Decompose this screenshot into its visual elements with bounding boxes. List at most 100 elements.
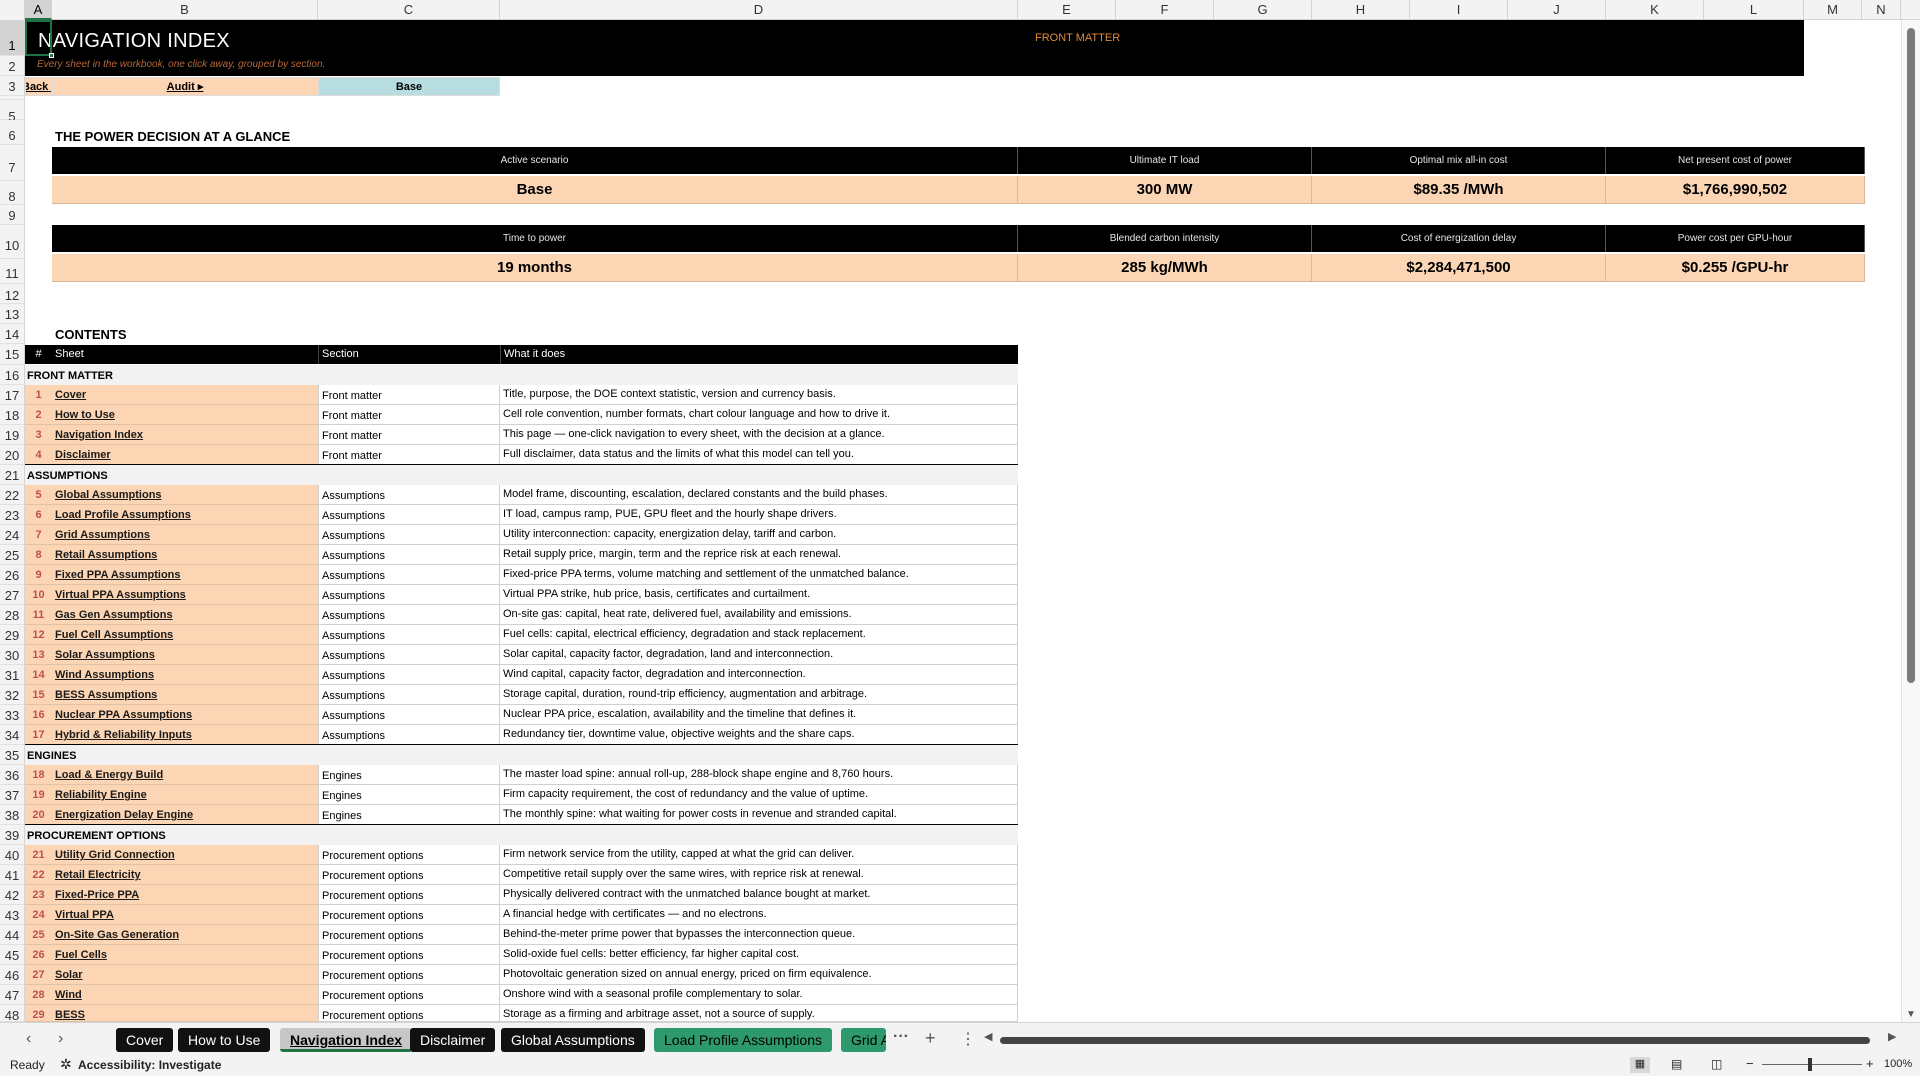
sheet-link[interactable]: Fixed-Price PPA — [52, 885, 318, 905]
row-header-32[interactable]: 32 — [0, 685, 25, 705]
row-header-46[interactable]: 46 — [0, 965, 25, 985]
row-header-12[interactable]: 12 — [0, 284, 25, 304]
column-header-l[interactable]: L — [1704, 0, 1804, 20]
back-to-link[interactable]: Back to — [25, 77, 52, 96]
scroll-down-icon[interactable]: ▼ — [1906, 1009, 1916, 1020]
row-header-34[interactable]: 34 — [0, 725, 25, 745]
vertical-scrollbar[interactable]: ▼ — [1901, 20, 1920, 1022]
column-header-k[interactable]: K — [1606, 0, 1704, 20]
row-header-3[interactable]: 3 — [0, 76, 25, 96]
sheet-link[interactable]: Virtual PPA — [52, 905, 318, 925]
horizontal-scroll-thumb[interactable] — [1000, 1037, 1870, 1044]
column-header-g[interactable]: G — [1214, 0, 1312, 20]
column-header-e[interactable]: E — [1018, 0, 1116, 20]
tab-cover[interactable]: Cover — [116, 1028, 174, 1052]
sheet-link[interactable]: Navigation Index — [52, 425, 318, 445]
column-header-c[interactable]: C — [318, 0, 500, 20]
sheet-link[interactable]: Load Profile Assumptions — [52, 505, 318, 525]
sheet-link[interactable]: Load & Energy Build — [52, 765, 318, 785]
sheet-link[interactable]: BESS Assumptions — [52, 685, 318, 705]
row-header-20[interactable]: 20 — [0, 445, 25, 465]
hscroll-right-icon[interactable]: ▶ — [1888, 1030, 1896, 1043]
row-header-14[interactable]: 14 — [0, 324, 25, 344]
sheet-link[interactable]: Solar — [52, 965, 318, 985]
column-header-b[interactable]: B — [52, 0, 318, 20]
sheet-link[interactable]: Retail Electricity — [52, 865, 318, 885]
sheet-link[interactable]: Disclaimer — [52, 445, 318, 465]
horizontal-scrollbar[interactable] — [1000, 1034, 1876, 1046]
row-header-22[interactable]: 22 — [0, 485, 25, 505]
row-header-2[interactable]: 2 — [0, 56, 25, 76]
row-header-13[interactable]: 13 — [0, 304, 25, 324]
row-header-18[interactable]: 18 — [0, 405, 25, 425]
select-all-corner[interactable] — [0, 0, 25, 20]
page-layout-icon[interactable]: ▤ — [1671, 1057, 1682, 1071]
row-header-24[interactable]: 24 — [0, 525, 25, 545]
row-header-27[interactable]: 27 — [0, 585, 25, 605]
row-header-31[interactable]: 31 — [0, 665, 25, 685]
sheet-link[interactable]: Global Assumptions — [52, 485, 318, 505]
row-header-40[interactable]: 40 — [0, 845, 25, 865]
row-header-16[interactable]: 16 — [0, 365, 25, 385]
tab-navigation-index[interactable]: Navigation Index — [280, 1028, 413, 1052]
row-header-25[interactable]: 25 — [0, 545, 25, 565]
add-sheet-icon[interactable]: + — [925, 1028, 936, 1049]
sheet-link[interactable]: Nuclear PPA Assumptions — [52, 705, 318, 725]
row-header-11[interactable]: 11 — [0, 259, 25, 284]
sheet-link[interactable]: Gas Gen Assumptions — [52, 605, 318, 625]
sheet-link[interactable]: Fixed PPA Assumptions — [52, 565, 318, 585]
more-tabs-icon[interactable]: ··· — [893, 1028, 909, 1046]
sheet-link[interactable]: Grid Assumptions — [52, 525, 318, 545]
vertical-scroll-thumb[interactable] — [1907, 28, 1915, 683]
audit-link[interactable]: Audit ▸ — [52, 77, 318, 96]
zoom-slider-handle[interactable] — [1808, 1058, 1812, 1071]
sheet-link[interactable]: Reliability Engine — [52, 785, 318, 805]
row-header-48[interactable]: 48 — [0, 1005, 25, 1023]
column-header-i[interactable]: I — [1410, 0, 1508, 20]
hscroll-left-icon[interactable]: ◀ — [984, 1030, 992, 1043]
zoom-slider[interactable] — [1762, 1064, 1862, 1065]
column-header-d[interactable]: D — [500, 0, 1018, 20]
zoom-level[interactable]: 100% — [1884, 1058, 1912, 1070]
fill-handle[interactable] — [49, 53, 54, 58]
zoom-plus-icon[interactable]: + — [1866, 1056, 1874, 1071]
tab-prev-icon[interactable]: ‹ — [26, 1030, 31, 1048]
row-header-19[interactable]: 19 — [0, 425, 25, 445]
row-header-15[interactable]: 15 — [0, 344, 25, 365]
sheet-link[interactable]: Fuel Cell Assumptions — [52, 625, 318, 645]
sheet-link[interactable]: Cover — [52, 385, 318, 405]
sheet-link[interactable]: Energization Delay Engine — [52, 805, 318, 825]
tab-load-profile-assumptions[interactable]: Load Profile Assumptions — [654, 1028, 832, 1052]
column-header-n[interactable]: N — [1862, 0, 1901, 20]
row-header-30[interactable]: 30 — [0, 645, 25, 665]
active-cell-a1[interactable] — [25, 20, 52, 56]
sheet-link[interactable]: Utility Grid Connection — [52, 845, 318, 865]
tab-next-icon[interactable]: › — [58, 1030, 63, 1048]
row-header-41[interactable]: 41 — [0, 865, 25, 885]
row-header-47[interactable]: 47 — [0, 985, 25, 1005]
status-accessibility[interactable]: Accessibility: Investigate — [78, 1058, 221, 1072]
column-header-f[interactable]: F — [1116, 0, 1214, 20]
row-header-26[interactable]: 26 — [0, 565, 25, 585]
sheet-link[interactable]: Wind Assumptions — [52, 665, 318, 685]
row-header-29[interactable]: 29 — [0, 625, 25, 645]
zoom-minus-icon[interactable]: − — [1746, 1056, 1754, 1071]
row-header-43[interactable]: 43 — [0, 905, 25, 925]
tab-global-assumptions[interactable]: Global Assumptions — [501, 1028, 645, 1052]
row-header-38[interactable]: 38 — [0, 805, 25, 825]
row-header-17[interactable]: 17 — [0, 385, 25, 405]
row-header-37[interactable]: 37 — [0, 785, 25, 805]
sheet-link[interactable]: Hybrid & Reliability Inputs — [52, 725, 318, 745]
row-header-21[interactable]: 21 — [0, 465, 25, 485]
row-header-28[interactable]: 28 — [0, 605, 25, 625]
sheet-link[interactable]: Solar Assumptions — [52, 645, 318, 665]
row-header-35[interactable]: 35 — [0, 745, 25, 765]
row-header-42[interactable]: 42 — [0, 885, 25, 905]
sheet-link[interactable]: Wind — [52, 985, 318, 1005]
page-break-icon[interactable]: ◫ — [1711, 1057, 1722, 1071]
normal-view-icon[interactable]: ▦ — [1630, 1057, 1650, 1073]
row-header-7[interactable]: 7 — [0, 145, 25, 181]
column-header-j[interactable]: J — [1508, 0, 1606, 20]
row-header-9[interactable]: 9 — [0, 205, 25, 225]
row-header-6[interactable]: 6 — [0, 120, 25, 145]
